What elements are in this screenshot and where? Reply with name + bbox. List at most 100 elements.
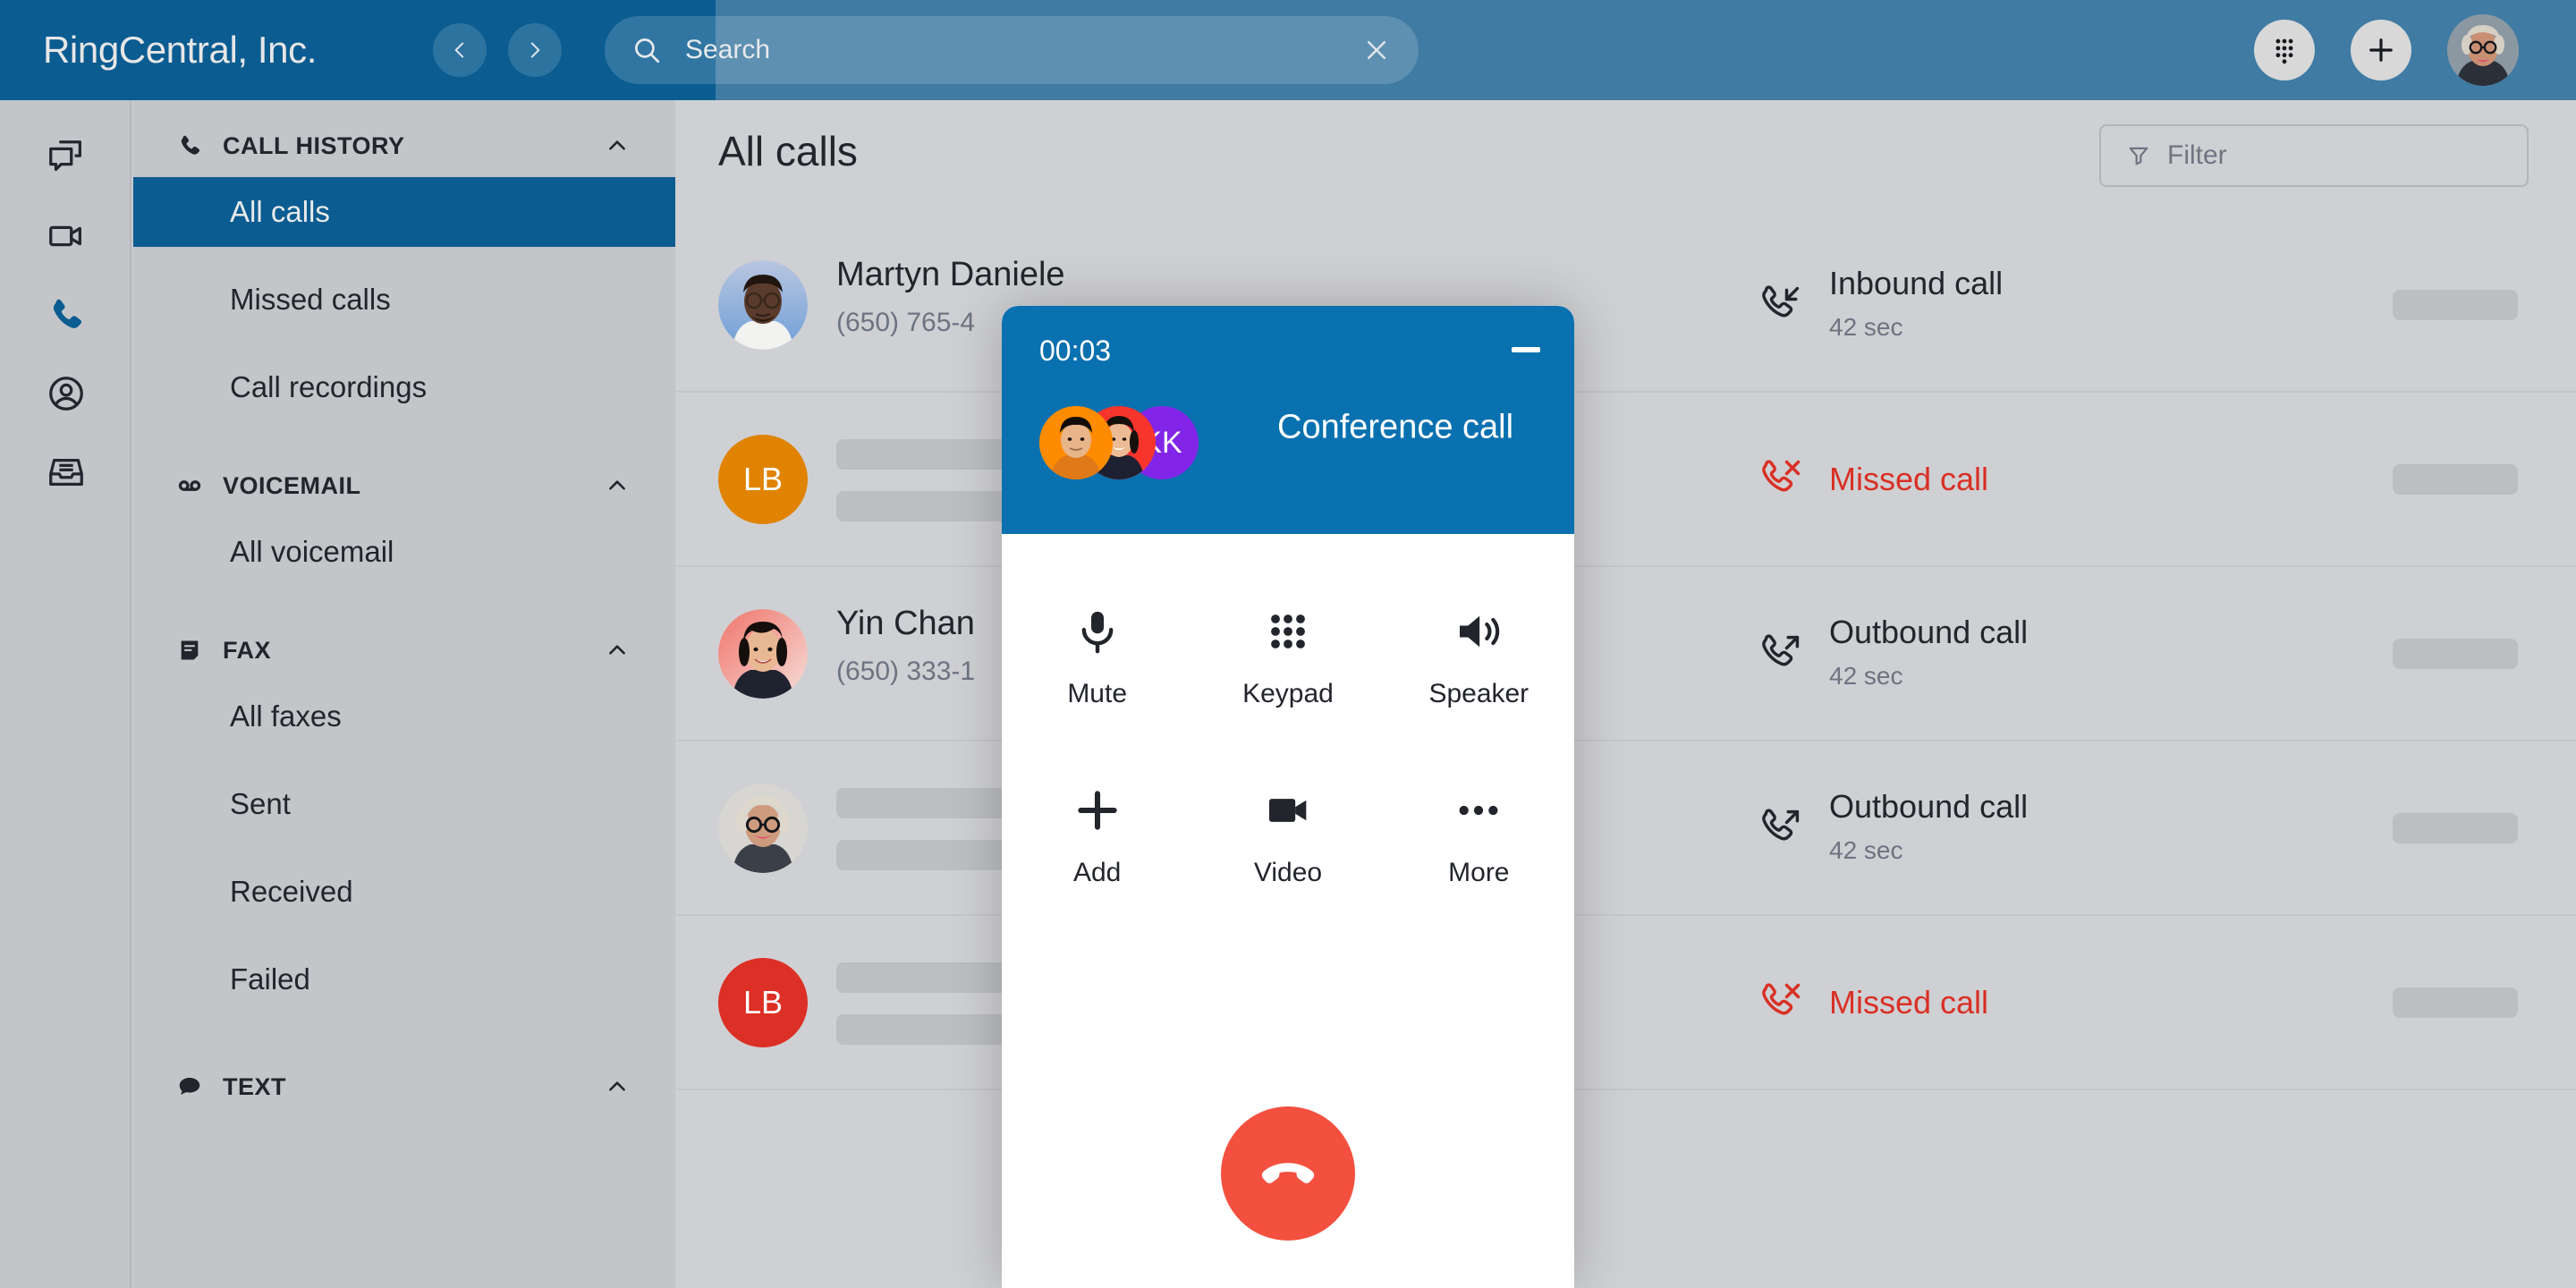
speaker-icon (1453, 604, 1504, 659)
sidebar-item-failed[interactable]: Failed (133, 945, 675, 1014)
search-bar[interactable]: Search (605, 16, 1419, 84)
rail-item-video[interactable] (0, 200, 131, 272)
call-widget-header: 00:03 KK Conference call (1002, 306, 1574, 534)
inbox-tray-icon (48, 458, 83, 487)
call-outbound-icon (1762, 633, 1800, 665)
contact-name: Martyn Daniele (836, 256, 1065, 293)
table-row[interactable]: LB Missed call (675, 393, 2576, 567)
search-input[interactable]: Search (685, 35, 1363, 65)
avatar (718, 259, 808, 350)
sidebar-item-label: All voicemail (230, 535, 394, 568)
call-title: Conference call (1277, 408, 1514, 445)
row-placeholder-pill (2393, 987, 2518, 1018)
sidebar-section-label: VOICEMAIL (223, 471, 361, 499)
call-duration: 42 sec (1829, 313, 1903, 341)
row-placeholder-pill (2393, 812, 2518, 843)
dialpad-button[interactable] (2254, 20, 2315, 80)
sidebar-item-sent[interactable]: Sent (133, 769, 675, 839)
chevron-right-icon (530, 42, 540, 58)
control-label: Add (1072, 858, 1122, 887)
sidebar-section-text[interactable]: TEXT (133, 1055, 675, 1118)
avatar: LB (718, 957, 808, 1047)
control-label: More (1448, 858, 1510, 887)
call-timer: 00:03 (1039, 335, 1112, 367)
keypad-button[interactable]: Keypad (1192, 584, 1383, 729)
more-button[interactable]: More (1384, 763, 1574, 908)
call-duration: 42 sec (1829, 836, 1903, 864)
call-outbound-icon (1762, 808, 1800, 840)
participant-avatars: KK (1039, 406, 1254, 487)
message-bubbles-icon (48, 140, 81, 172)
app-brand-title: RingCentral, Inc. (43, 29, 318, 71)
chevron-up-icon[interactable] (606, 639, 629, 662)
avatar-photo-woman-glasses (2447, 14, 2519, 86)
avatar-initials: LB (742, 460, 784, 497)
add-button[interactable] (2351, 20, 2411, 80)
control-label: Speaker (1428, 679, 1530, 708)
call-duration: 42 sec (1829, 662, 1903, 690)
rail-item-inbox[interactable] (0, 436, 131, 508)
video-button[interactable]: Video (1192, 763, 1383, 908)
row-placeholder-pill (2393, 638, 2518, 669)
participant-avatar (1039, 406, 1113, 479)
speaker-button[interactable]: Speaker (1384, 584, 1574, 729)
sidebar-section-voicemail[interactable]: VOICEMAIL (133, 454, 675, 517)
funnel-icon (2129, 147, 2148, 165)
hangup-button[interactable] (1221, 1106, 1355, 1241)
table-row[interactable]: LB Missed call (675, 916, 2576, 1090)
rail-item-contacts[interactable] (0, 358, 131, 429)
table-row[interactable]: Yin Chan (650) 333-1 Outbound call 42 se… (675, 567, 2576, 741)
phone-icon (53, 299, 81, 328)
call-direction: Outbound call (1829, 788, 2029, 825)
avatar-initials: LB (742, 983, 784, 1021)
user-avatar[interactable] (2447, 14, 2519, 86)
chevron-up-icon[interactable] (606, 474, 629, 497)
add-call-button[interactable]: Add (1002, 763, 1192, 908)
call-missed-icon (1762, 459, 1801, 491)
phone-icon (174, 131, 205, 161)
avatar (718, 608, 808, 699)
close-icon[interactable] (1363, 37, 1390, 64)
chevron-up-icon[interactable] (606, 134, 629, 157)
table-row[interactable]: Outbound call 42 sec (675, 741, 2576, 916)
row-placeholder-pill (2393, 463, 2518, 495)
sidebar-section-fax[interactable]: FAX (133, 619, 675, 682)
rail-item-phone[interactable] (0, 279, 131, 351)
table-row[interactable]: Martyn Daniele (650) 765-4 Inbound call … (675, 218, 2576, 393)
filter-button[interactable]: Filter (2099, 124, 2529, 187)
sidebar-item-all-calls[interactable]: All calls (133, 177, 675, 247)
voicemail-icon (174, 470, 205, 501)
rail-item-message[interactable] (0, 122, 131, 193)
minimize-icon[interactable] (1512, 347, 1540, 352)
sidebar-item-all-faxes[interactable]: All faxes (133, 682, 675, 751)
control-label: Keypad (1242, 679, 1334, 708)
sidebar-item-call-recordings[interactable]: Call recordings (133, 352, 675, 422)
avatar (718, 783, 808, 873)
call-list: Martyn Daniele (650) 765-4 Inbound call … (675, 218, 2576, 1288)
contact-name: Yin Chan (836, 605, 975, 642)
call-widget-body: Mute Keypad Speaker Add Video More (1002, 534, 1574, 1288)
top-bar: RingCentral, Inc. Search (0, 0, 2576, 100)
mute-button[interactable]: Mute (1002, 584, 1192, 729)
person-circle-icon (48, 377, 83, 411)
sidebar-item-missed-calls[interactable]: Missed calls (133, 265, 675, 335)
row-placeholder-pill (2393, 289, 2518, 320)
call-direction: Missed call (1829, 460, 1989, 497)
call-missed-icon (1762, 982, 1801, 1014)
back-button[interactable] (433, 23, 487, 77)
dialpad-icon (2275, 38, 2293, 64)
sidebar-section-call-history[interactable]: CALL HISTORY (133, 114, 675, 177)
forward-button[interactable] (508, 23, 562, 77)
sidebar-item-all-voicemail[interactable]: All voicemail (133, 517, 675, 587)
sidebar-item-label: Sent (230, 787, 291, 820)
avatar: LB (718, 434, 808, 524)
sidebar-nav: CALL HISTORY All calls Missed calls Call… (133, 100, 675, 1288)
sidebar-item-received[interactable]: Received (133, 857, 675, 927)
plus-icon (2369, 38, 2393, 62)
call-direction: Inbound call (1829, 265, 2004, 301)
control-label: Mute (1067, 679, 1128, 708)
avatar-photo-woman-glasses-grey (718, 783, 808, 873)
dialpad-icon (1263, 604, 1313, 659)
call-direction: Outbound call (1829, 614, 2029, 650)
chevron-up-icon[interactable] (606, 1075, 629, 1098)
